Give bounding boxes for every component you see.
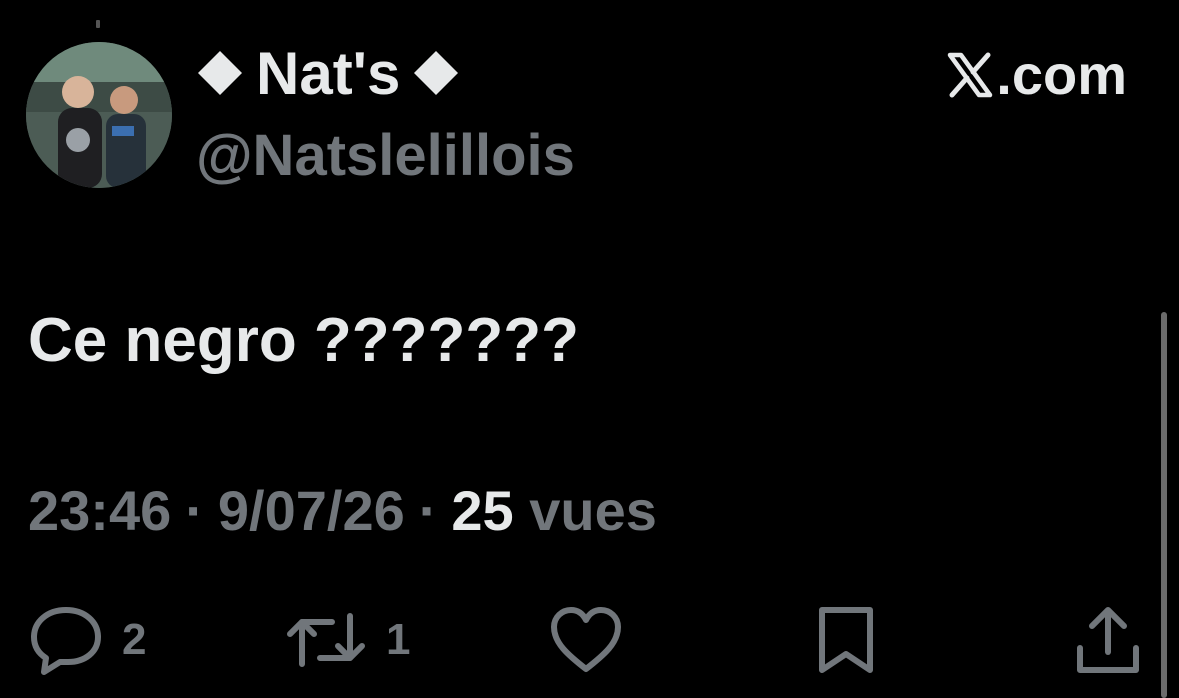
x-logo-icon [948,52,993,97]
scrollbar[interactable] [1161,312,1167,698]
brand-label: .com [996,43,1127,106]
diamond-icon [414,51,459,95]
separator: · [185,479,204,542]
views-count: 25 [451,479,514,542]
reply-icon [31,607,101,675]
display-name-text: Nat's [256,39,401,107]
reply-count: 2 [122,615,147,664]
tweet-date[interactable]: 9/07/26 [218,478,405,543]
display-name[interactable]: Nat's [196,38,460,108]
avatar-photo [26,42,172,188]
brand: .com [946,42,1127,107]
repost-icon [287,613,365,667]
heart-icon [551,607,621,672]
views[interactable]: 25 vues [451,478,657,543]
tweet-time[interactable]: 23:46 [28,478,171,543]
diamond-icon [198,51,242,95]
like-button[interactable] [548,600,624,680]
tweet-meta: 23:46 · 9/07/26 · 25 vues [28,478,657,543]
bookmark-icon [819,607,873,673]
share-icon [1077,607,1139,673]
separator: · [418,479,438,542]
action-bar: 2 1 [0,600,1179,680]
reply-button[interactable]: 2 [28,600,146,680]
bookmark-button[interactable] [814,600,878,680]
status-dot [96,20,100,28]
views-label: vues [529,479,657,542]
share-button[interactable] [1074,600,1142,680]
repost-button[interactable]: 1 [284,600,410,680]
avatar[interactable] [26,42,172,188]
user-handle[interactable]: @Natslelillois [196,122,575,189]
repost-count: 1 [386,615,411,664]
tweet-text: Ce negro ??????? [28,306,580,375]
